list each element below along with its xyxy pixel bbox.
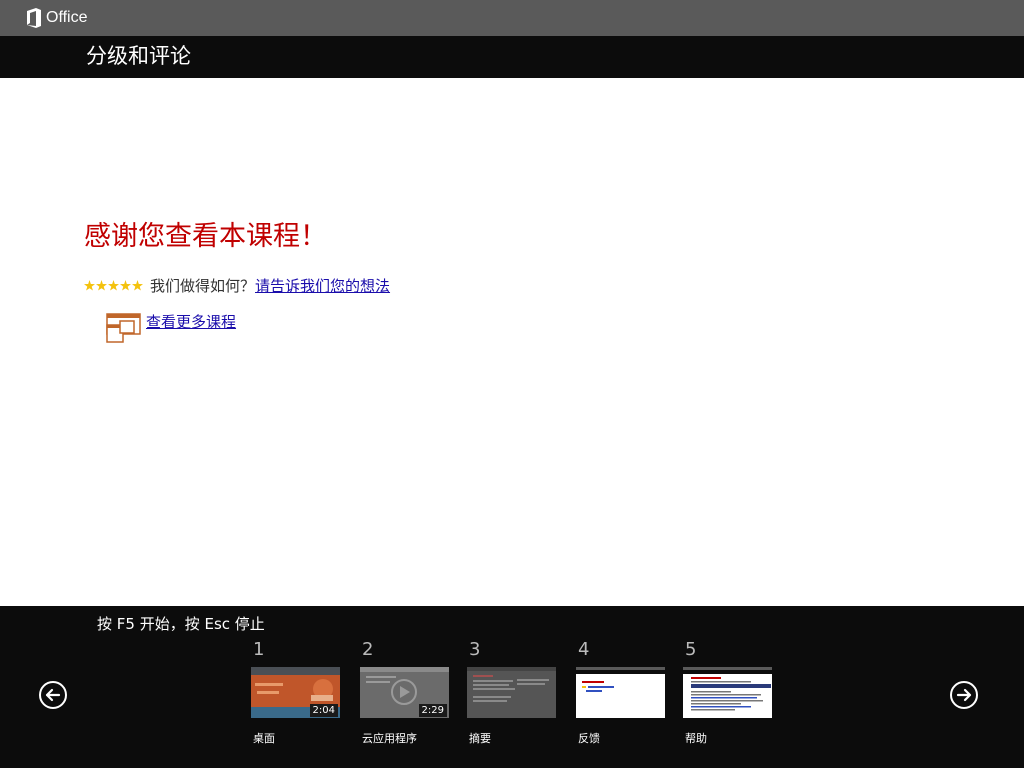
slide-thumbnail-1[interactable]: 1 2:04 桌面 — [251, 639, 341, 746]
slide-number: 3 — [469, 639, 481, 660]
top-bar: Office — [0, 0, 1024, 36]
title-bar: 分级和评论 — [0, 36, 1024, 78]
star-icon — [108, 279, 119, 291]
slide-preview: 2:04 — [251, 667, 340, 718]
slide-label: 桌面 — [253, 732, 275, 745]
help-slide-preview — [683, 667, 772, 718]
slide-number: 2 — [362, 639, 374, 660]
slide-label: 帮助 — [685, 732, 707, 745]
rating-question: 我们做得如何？ — [150, 276, 256, 295]
slide-preview — [467, 667, 556, 718]
slide-number: 5 — [685, 639, 697, 660]
slide-preview — [576, 667, 665, 718]
star-rating — [84, 279, 144, 291]
video-duration: 2:29 — [418, 704, 447, 717]
star-icon — [132, 279, 143, 291]
slide-number: 1 — [253, 639, 265, 660]
office-icon — [27, 8, 41, 28]
video-duration: 2:04 — [309, 704, 338, 717]
keyboard-hint: 按 F5 开始，按 Esc 停止 — [97, 615, 265, 633]
star-icon — [84, 279, 95, 291]
slide-thumbnail-4[interactable]: 4 反馈 — [576, 639, 666, 746]
previous-slide-button[interactable] — [39, 681, 67, 709]
slide-thumbnail-3[interactable]: 3 摘要 — [467, 639, 557, 746]
course-icon — [106, 313, 141, 343]
more-courses-line: 查看更多课程 — [106, 311, 236, 343]
star-icon — [96, 279, 107, 291]
arrow-right-icon — [956, 688, 972, 702]
next-slide-button[interactable] — [950, 681, 978, 709]
summary-slide-preview — [467, 667, 556, 718]
office-logo: Office — [26, 7, 88, 29]
slide-label: 反馈 — [578, 732, 600, 745]
page-title: 分级和评论 — [86, 44, 191, 68]
office-brand-text: Office — [46, 9, 88, 26]
arrow-left-icon — [45, 688, 61, 702]
slide-label: 摘要 — [469, 732, 491, 745]
slide-navigation-bar: 按 F5 开始，按 Esc 停止 1 2:04 桌面 2 2:29 云应用程序 … — [0, 606, 1024, 768]
feedback-slide-preview — [576, 667, 665, 718]
slide-thumbnail-5[interactable]: 5 帮助 — [683, 639, 773, 746]
feedback-link[interactable]: 请告诉我们您的想法 — [255, 275, 390, 296]
slide-preview — [683, 667, 772, 718]
slide-label: 云应用程序 — [362, 732, 417, 745]
slide-number: 4 — [578, 639, 590, 660]
rating-line: 我们做得如何？ 请告诉我们您的想法 — [84, 275, 390, 295]
more-courses-link[interactable]: 查看更多课程 — [146, 311, 236, 332]
thank-you-heading: 感谢您查看本课程！ — [84, 221, 327, 252]
star-icon — [120, 279, 131, 291]
slide-thumbnail-2[interactable]: 2 2:29 云应用程序 — [360, 639, 450, 746]
slide-preview: 2:29 — [360, 667, 449, 718]
